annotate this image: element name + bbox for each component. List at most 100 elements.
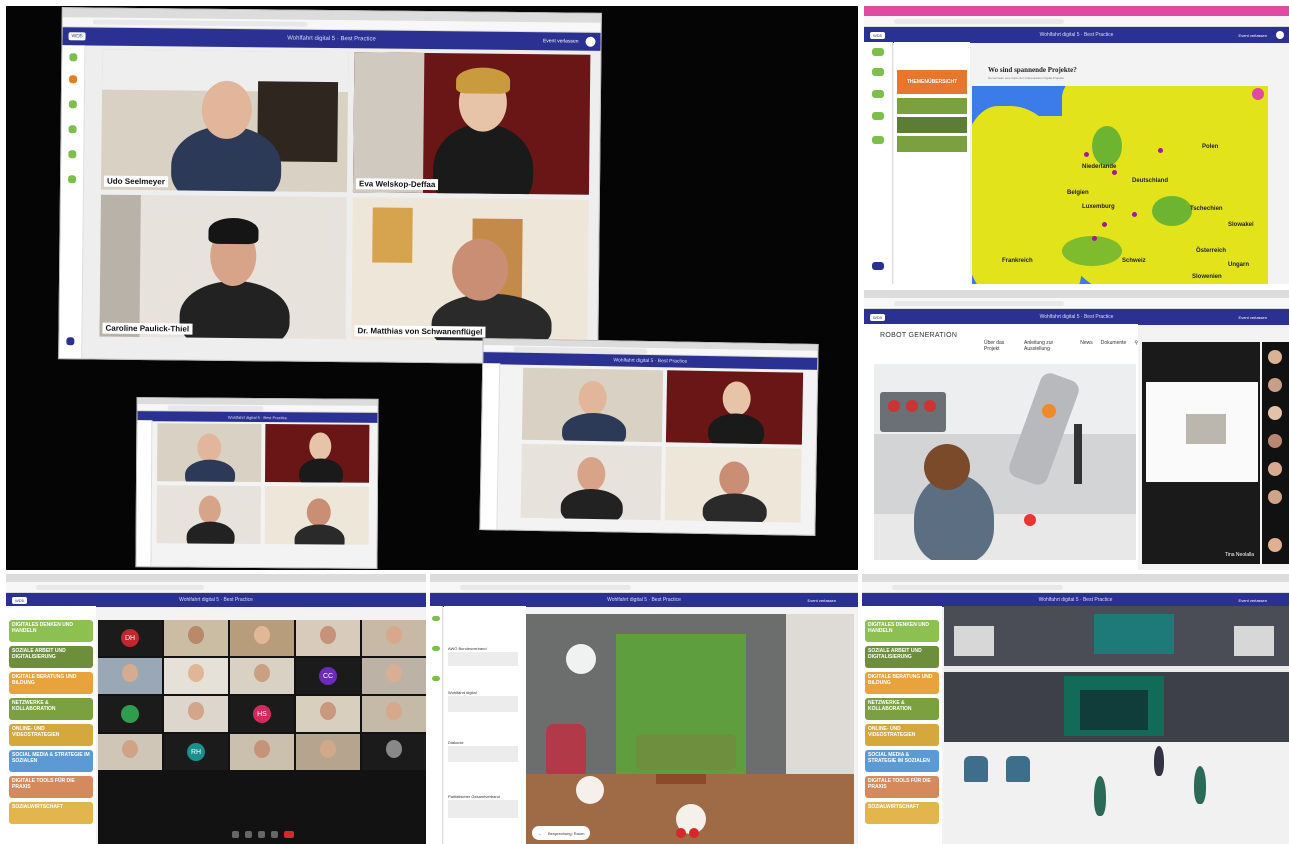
category-item[interactable]: DIGITALES DENKEN UND HANDELN: [9, 620, 93, 642]
settings-icon[interactable]: [872, 262, 884, 270]
hangup-icon[interactable]: [284, 830, 294, 838]
home-icon[interactable]: [432, 616, 440, 621]
video-tile[interactable]: [164, 658, 228, 694]
sidebar-card[interactable]: [897, 117, 967, 133]
map-pin[interactable]: [1092, 236, 1097, 241]
video-tile[interactable]: [164, 620, 228, 656]
home-icon[interactable]: [872, 48, 884, 56]
screen-share-icon[interactable]: [258, 830, 265, 838]
add-pin-button[interactable]: [1252, 88, 1264, 100]
video-tile[interactable]: [98, 696, 162, 732]
chat-icon[interactable]: [872, 112, 884, 120]
category-item[interactable]: DIGITALE BERATUNG UND BILDUNG: [865, 672, 939, 694]
video-tile[interactable]: Eva Welskop-Deffaa: [352, 52, 591, 195]
exit-event-link[interactable]: Event verlassen: [1239, 315, 1267, 320]
sidebar-card[interactable]: [897, 136, 967, 152]
settings-icon[interactable]: [65, 337, 75, 346]
search-icon[interactable]: ⚲: [1134, 340, 1138, 352]
category-item[interactable]: SOZIALWIRTSCHAFT: [865, 802, 939, 824]
sidebar-card[interactable]: [897, 98, 967, 114]
people-icon[interactable]: [68, 100, 78, 109]
category-item[interactable]: SOCIAL MEDIA & STRATEGIE IM SOZIALEN: [865, 750, 939, 772]
hangup-icon[interactable]: [676, 828, 686, 838]
video-tile[interactable]: HS: [230, 696, 294, 732]
exit-event-link[interactable]: Event verlassen: [1239, 598, 1267, 603]
mic-icon[interactable]: [232, 830, 239, 838]
category-item[interactable]: SOZIALE ARBEIT UND DIGITALISIERUNG: [865, 646, 939, 668]
chat-icon[interactable]: [432, 676, 440, 681]
leave-button[interactable]: ←: [538, 831, 542, 836]
app-logo[interactable]: WD5: [870, 313, 885, 321]
app-logo[interactable]: WD5: [68, 32, 86, 41]
camera-icon[interactable]: [245, 830, 252, 838]
user-avatar[interactable]: [1276, 31, 1284, 39]
video-tile[interactable]: CC: [296, 658, 360, 694]
people-icon[interactable]: [432, 646, 440, 651]
video-tile[interactable]: [296, 696, 360, 732]
app-logo[interactable]: WD5: [12, 596, 27, 604]
map-pin[interactable]: [1084, 152, 1089, 157]
video-tile[interactable]: Caroline Paulick-Thiel: [99, 194, 347, 340]
exit-event-link[interactable]: Event verlassen: [543, 38, 579, 44]
table-hotspot[interactable]: [566, 644, 596, 674]
category-item[interactable]: SOCIAL MEDIA & STRATEGIE IM SOZIALEN: [9, 750, 93, 772]
category-item[interactable]: DIGITALE BERATUNG UND BILDUNG: [9, 672, 93, 694]
network-icon[interactable]: [68, 125, 78, 134]
video-tile[interactable]: [230, 658, 294, 694]
category-item[interactable]: SOZIALWIRTSCHAFT: [9, 802, 93, 824]
video-tile[interactable]: Dr. Matthias von Schwanenflügel: [351, 197, 589, 342]
nav-item[interactable]: News: [1080, 340, 1093, 352]
category-item[interactable]: NETZWERKE & KOLLABORATION: [9, 698, 93, 720]
video-tile[interactable]: [362, 620, 426, 656]
video-tile[interactable]: [98, 658, 162, 694]
video-tile[interactable]: [362, 658, 426, 694]
video-tile[interactable]: [164, 696, 228, 732]
chat-icon[interactable]: [271, 830, 278, 838]
map-pin[interactable]: [1158, 148, 1163, 153]
map-pin[interactable]: [1102, 222, 1107, 227]
category-item[interactable]: DIGITALE TOOLS FÜR DIE PRAXIS: [9, 776, 93, 798]
table-hotspot[interactable]: [576, 776, 604, 804]
category-item[interactable]: SOZIALE ARBEIT UND DIGITALISIERUNG: [9, 646, 93, 668]
video-tile[interactable]: [296, 734, 360, 770]
home-icon[interactable]: [68, 53, 78, 62]
video-tile[interactable]: DH: [98, 620, 162, 656]
app-logo[interactable]: WD5: [870, 31, 885, 39]
user-avatar[interactable]: [585, 36, 596, 47]
exit-event-link[interactable]: Event verlassen: [808, 598, 836, 603]
nav-item[interactable]: Über das Projekt: [984, 340, 1016, 352]
europe-map[interactable]: Polen Niederlande Deutschland Belgien Lu…: [972, 86, 1268, 284]
share-icon[interactable]: [67, 175, 77, 184]
feed-author[interactable]: AWO Bundesverband: [448, 646, 487, 651]
feed-author[interactable]: Paritätischer Gesamtverband: [448, 794, 500, 799]
video-tile[interactable]: [362, 734, 426, 770]
feed-author[interactable]: Diakonie: [448, 740, 464, 745]
network-icon[interactable]: [872, 90, 884, 98]
sidebar-card[interactable]: THEMENÜBERSICHT: [897, 70, 967, 94]
camera-icon[interactable]: [67, 150, 77, 159]
mic-icon[interactable]: [689, 828, 699, 838]
map-pin[interactable]: [1112, 170, 1117, 175]
exit-event-link[interactable]: Event verlassen: [1239, 33, 1267, 38]
video-tile[interactable]: [230, 734, 294, 770]
share-icon[interactable]: [872, 136, 884, 144]
feed-author[interactable]: Wohlfahrt digital: [448, 690, 477, 695]
category-item[interactable]: ONLINE- UND VIDEOSTRATEGIEN: [9, 724, 93, 746]
category-item[interactable]: DIGITALE TOOLS FÜR DIE PRAXIS: [865, 776, 939, 798]
site-brand[interactable]: ROBOT GENERATION: [880, 332, 957, 339]
category-item[interactable]: NETZWERKE & KOLLABORATION: [865, 698, 939, 720]
video-tile[interactable]: [362, 696, 426, 732]
people-icon[interactable]: [872, 68, 884, 76]
map-pin[interactable]: [1132, 212, 1137, 217]
nav-item[interactable]: Anleitung zur Ausstellung: [1024, 340, 1072, 352]
chat-icon[interactable]: [68, 75, 78, 84]
video-tile[interactable]: [98, 734, 162, 770]
room-scene[interactable]: ← Besprechung: Raum: [526, 614, 854, 844]
category-item[interactable]: ONLINE- UND VIDEOSTRATEGIEN: [865, 724, 939, 746]
video-tile[interactable]: [296, 620, 360, 656]
nav-item[interactable]: Dokumente: [1101, 340, 1127, 352]
video-tile[interactable]: Udo Seelmeyer: [100, 49, 349, 193]
video-tile[interactable]: [230, 620, 294, 656]
video-tile[interactable]: RH: [164, 734, 228, 770]
category-item[interactable]: DIGITALES DENKEN UND HANDELN: [865, 620, 939, 642]
